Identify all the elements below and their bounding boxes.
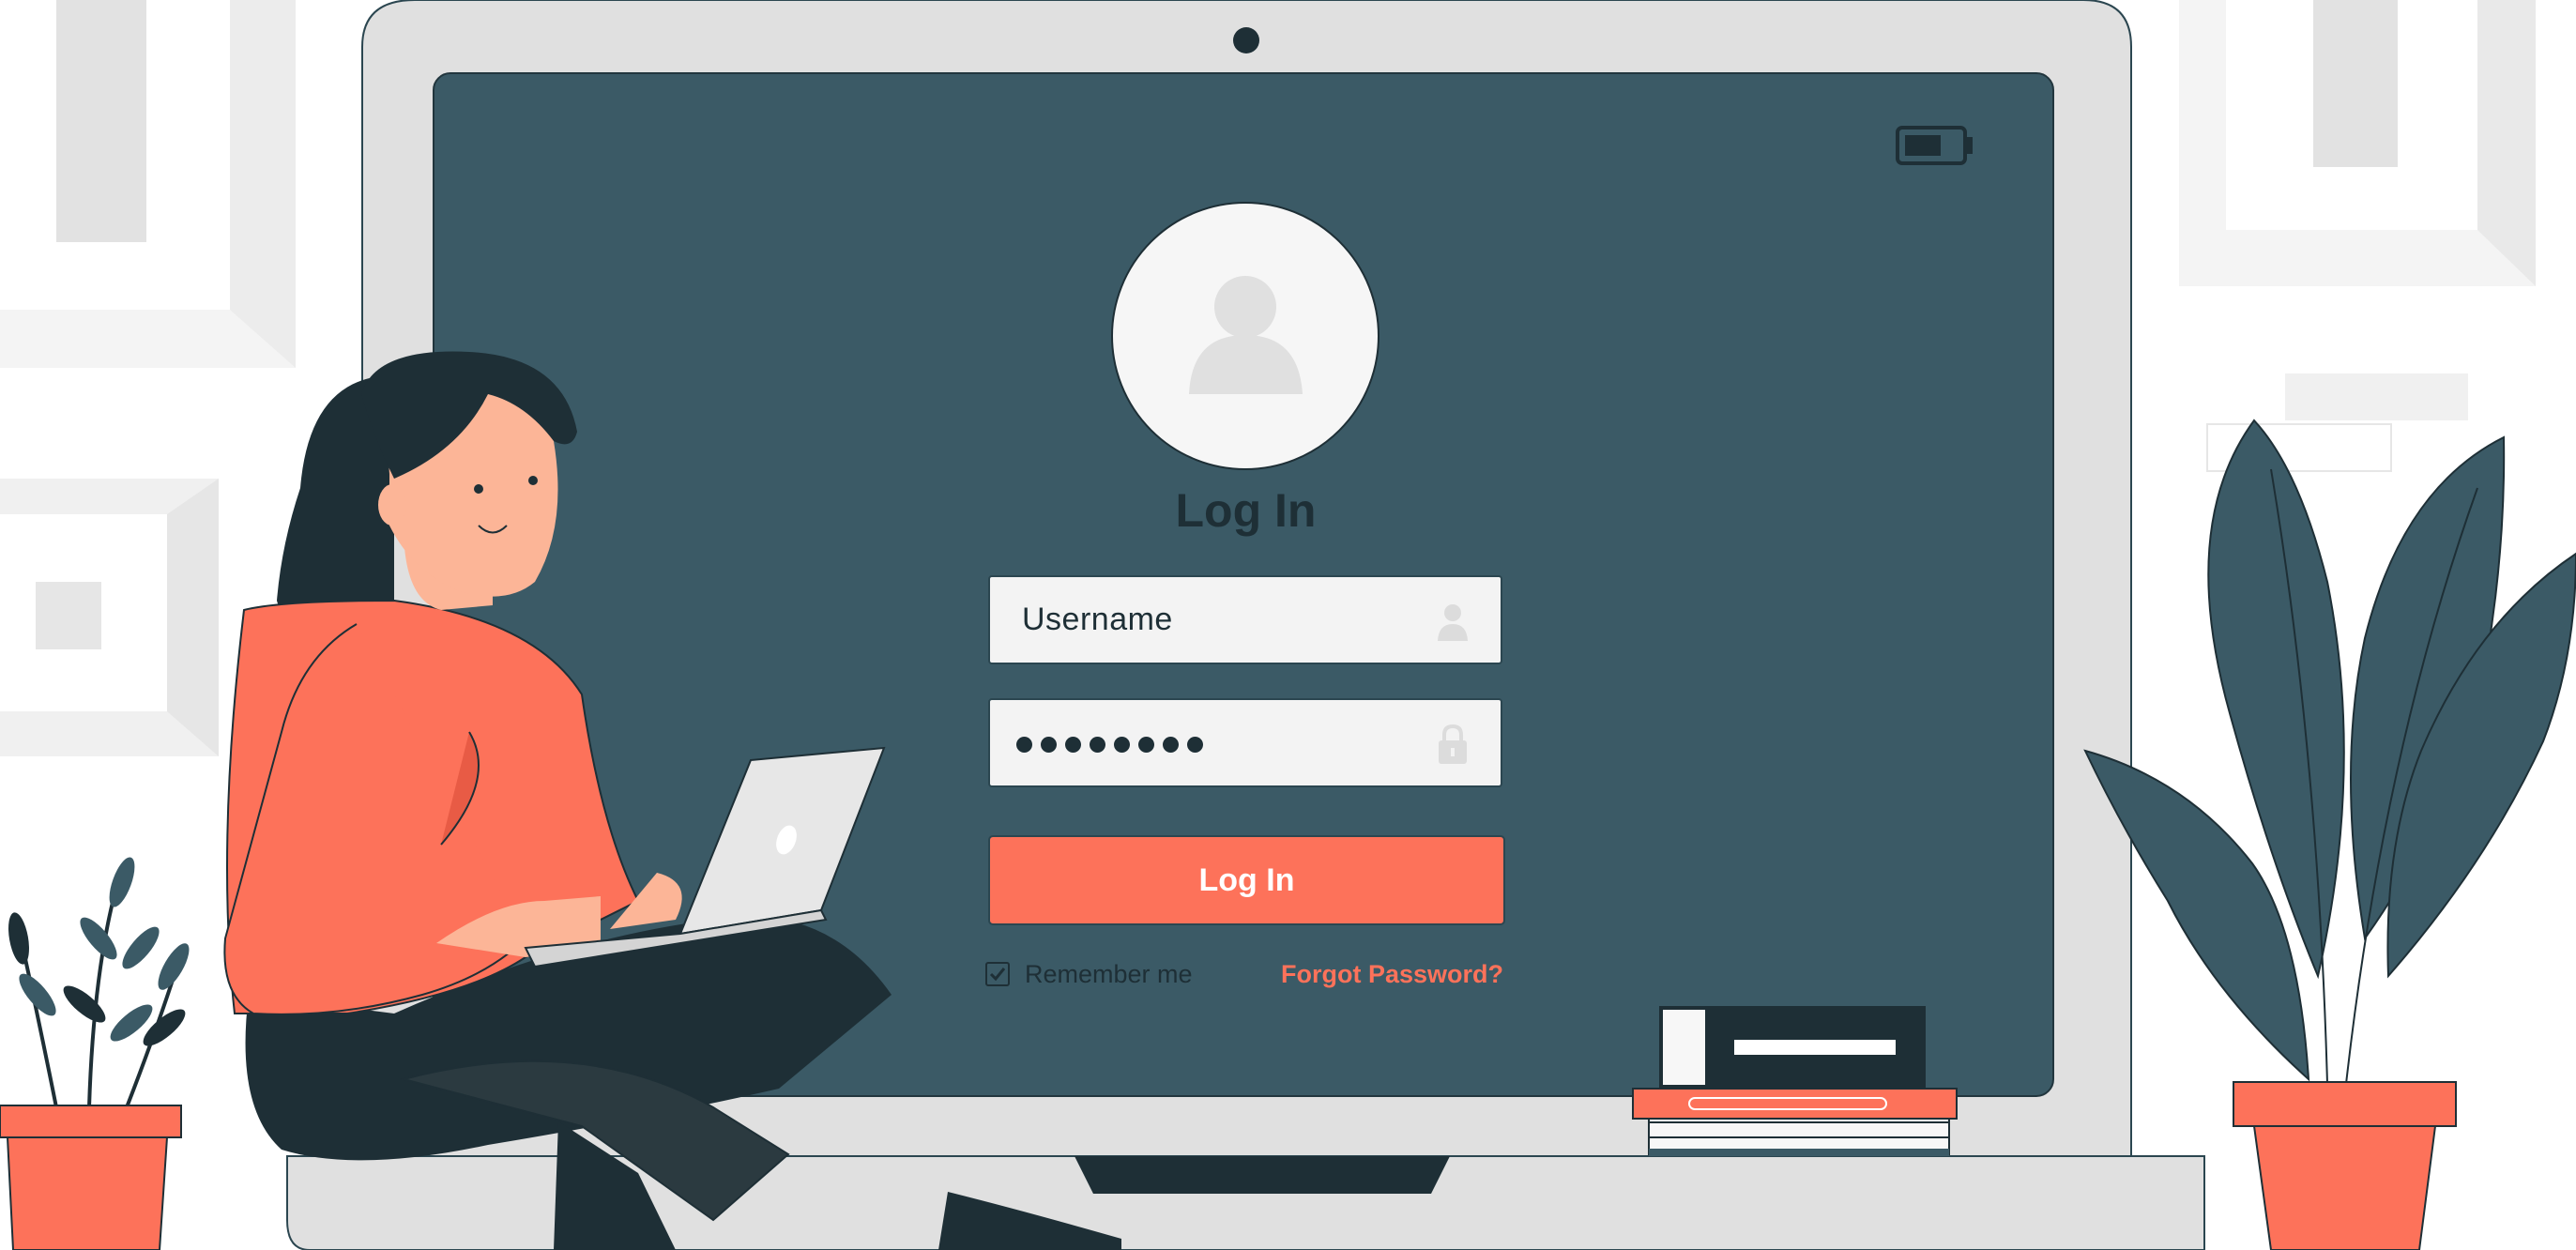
remember-me[interactable]: Remember me xyxy=(985,957,1193,991)
remember-label: Remember me xyxy=(1025,959,1193,988)
remember-checkbox[interactable] xyxy=(985,962,1010,986)
left-plant xyxy=(0,857,190,1250)
avatar-icon xyxy=(1111,202,1379,470)
password-field[interactable] xyxy=(988,698,1502,787)
lock-icon xyxy=(1439,724,1467,764)
page-title: Log In xyxy=(1175,484,1317,537)
check-icon xyxy=(989,968,1006,982)
right-plant xyxy=(2083,419,2576,1250)
username-field[interactable]: Username xyxy=(988,575,1502,664)
user-icon xyxy=(1438,604,1468,641)
book-stack xyxy=(1632,1006,1958,1156)
login-button[interactable]: Log In xyxy=(988,835,1505,925)
forgot-password-link[interactable]: Forgot Password? xyxy=(1239,957,1503,991)
webcam-icon xyxy=(1233,27,1259,53)
